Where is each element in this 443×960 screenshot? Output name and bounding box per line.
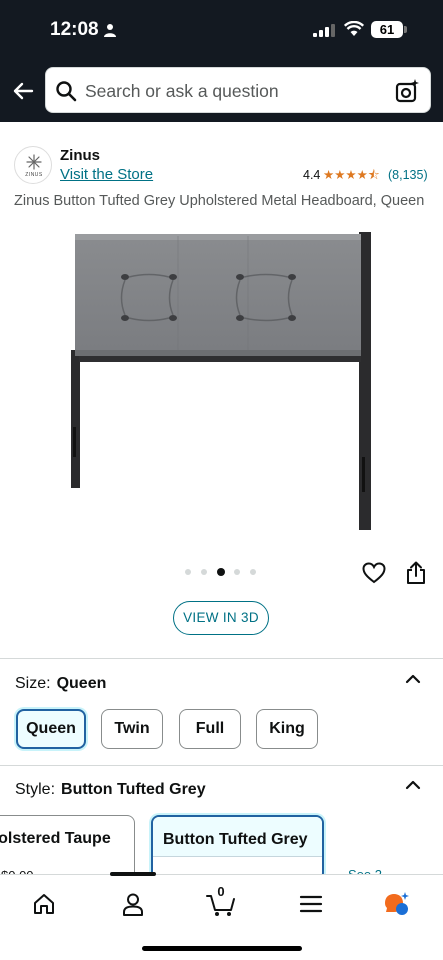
chevron-up-icon[interactable]: [404, 673, 422, 685]
search-input[interactable]: [85, 78, 385, 104]
style-option-label: Button Tufted Grey: [163, 831, 308, 848]
bottom-navigation: 0: [0, 872, 443, 960]
visit-store-link[interactable]: Visit the Store: [60, 166, 153, 183]
rating-value: 4.4: [303, 168, 321, 182]
size-option-queen[interactable]: Queen: [16, 709, 86, 749]
top-header: 12:08 61: [0, 0, 443, 122]
status-time: 12:08: [50, 19, 99, 40]
carousel-dot[interactable]: [185, 569, 191, 575]
size-option-twin[interactable]: Twin: [101, 709, 163, 749]
back-arrow-icon[interactable]: [11, 79, 35, 103]
image-carousel-dots[interactable]: [183, 568, 263, 577]
view-in-3d-button[interactable]: VIEW IN 3D: [173, 601, 269, 635]
brand-name: Zinus: [60, 147, 100, 164]
style-section-label: Style: Button Tufted Grey: [15, 781, 206, 799]
share-icon[interactable]: [405, 561, 427, 585]
brand-logo-text: ZINUS: [25, 172, 43, 178]
carousel-dot-active[interactable]: [217, 568, 225, 576]
camera-search-icon[interactable]: [395, 78, 419, 104]
divider: [0, 765, 443, 766]
size-option-full[interactable]: Full: [179, 709, 241, 749]
menu-icon[interactable]: [298, 891, 324, 917]
star-rating-icon[interactable]: ★★★★⯪: [323, 166, 380, 187]
carousel-dot[interactable]: [234, 569, 240, 575]
rufus-assistant-icon[interactable]: [383, 891, 411, 917]
size-option-king[interactable]: King: [256, 709, 318, 749]
style-option-label: Upholstered Taupe: [0, 830, 111, 847]
size-label: Size:: [15, 675, 51, 692]
heart-icon[interactable]: [362, 562, 386, 584]
search-bar[interactable]: [45, 67, 431, 113]
brand-logo[interactable]: ZINUS: [14, 146, 52, 184]
product-image-headboard[interactable]: [68, 232, 376, 534]
size-selected-value: Queen: [56, 675, 107, 692]
wifi-icon: [344, 21, 364, 36]
cellular-signal-icon: [313, 24, 335, 37]
cart-count-badge: 0: [217, 884, 225, 899]
size-section-label: Size: Queen: [15, 675, 106, 693]
home-indicator-bar: [142, 946, 302, 951]
style-label: Style:: [15, 781, 56, 798]
app-root: 12:08 61 Search or ask a question ZINUS …: [0, 0, 443, 960]
zinus-logo-icon: [26, 154, 42, 170]
rating-count-link[interactable]: (8,135): [388, 168, 428, 182]
battery-indicator: 61: [371, 21, 403, 38]
carousel-dot[interactable]: [201, 569, 207, 575]
chevron-up-icon[interactable]: [404, 779, 422, 791]
home-icon[interactable]: [31, 891, 57, 917]
product-title: Zinus Button Tufted Grey Upholstered Met…: [14, 193, 425, 209]
style-option-button-tufted-grey[interactable]: Button Tufted Grey: [151, 815, 324, 881]
search-icon: [56, 81, 77, 102]
person-icon: [104, 24, 116, 37]
style-selected-value: Button Tufted Grey: [61, 781, 206, 798]
divider: [0, 658, 443, 659]
battery-tip: [404, 26, 407, 33]
nav-active-indicator: [110, 872, 156, 876]
account-icon[interactable]: [120, 891, 146, 917]
carousel-dot[interactable]: [250, 569, 256, 575]
